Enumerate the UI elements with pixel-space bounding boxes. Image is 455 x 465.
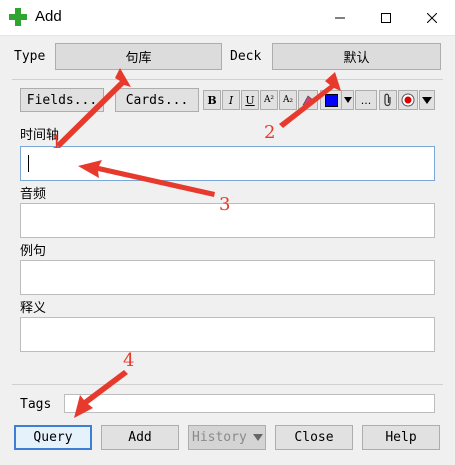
annotation-label-2: 2	[264, 122, 276, 143]
annotation-arrow-2	[279, 72, 341, 128]
annotation-arrow-1	[56, 68, 131, 148]
annotation-label-4: 4	[123, 350, 135, 371]
annotation-arrow-3	[78, 160, 215, 197]
annotation-label-1: 1	[51, 132, 63, 153]
annotation-label-3: 3	[219, 194, 231, 215]
annotation-arrow-4	[74, 370, 128, 418]
annotation-overlay	[56, 68, 341, 418]
